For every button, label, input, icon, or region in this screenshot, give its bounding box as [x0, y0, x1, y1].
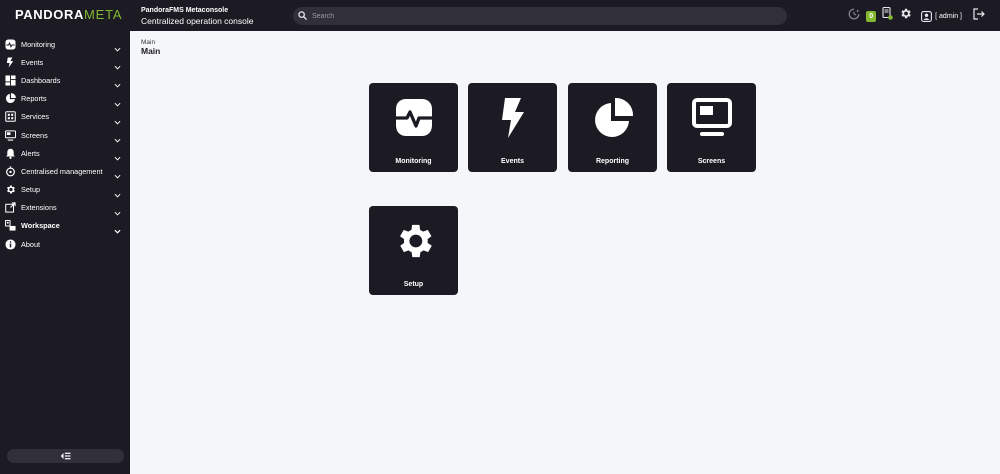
tile-label: Reporting	[595, 158, 630, 165]
page-title: Main	[141, 46, 161, 56]
server-status-icon[interactable]	[882, 6, 893, 25]
top-header: PANDORAMETA PandoraFMS Metaconsole Centr…	[0, 0, 1000, 31]
monitoring-icon	[392, 96, 436, 140]
sidebar-item-label: Extensions	[21, 203, 57, 213]
tile-monitoring[interactable]: Monitoring	[369, 83, 458, 172]
user-label: [ admin ]	[935, 12, 962, 20]
about-icon	[5, 239, 16, 250]
setup-icon	[392, 219, 436, 263]
tile-label: Setup	[403, 281, 424, 288]
events-icon	[491, 96, 535, 140]
services-icon	[5, 111, 16, 123]
sidebar-item-about[interactable]: About	[0, 235, 130, 253]
tile-reporting[interactable]: Reporting	[568, 83, 657, 172]
sidebar-item-label: Monitoring	[21, 39, 56, 49]
search-input[interactable]	[312, 12, 752, 20]
sidebar-item-label: About	[21, 239, 41, 249]
sidebar-item-label: Events	[21, 57, 44, 67]
sidebar-item-label: Workspace	[21, 221, 60, 231]
logo-accent-text: META	[83, 7, 123, 22]
notifications-badge[interactable]: 0	[866, 10, 877, 22]
search-icon	[298, 7, 307, 25]
sidebar-item-label: Services	[21, 112, 49, 122]
collapse-menu-icon	[60, 447, 71, 465]
search-bar[interactable]	[293, 7, 787, 25]
logout-icon[interactable]	[973, 7, 985, 25]
dashboards-icon	[5, 75, 16, 86]
sidebar-item-dashboards[interactable]: Dashboards	[0, 71, 130, 89]
sidebar-item-workspace[interactable]: Workspace	[0, 217, 130, 235]
tile-screens[interactable]: Screens	[667, 83, 756, 172]
extensions-icon	[5, 202, 16, 213]
tile-label: Monitoring	[395, 158, 432, 165]
sidebar-item-reports[interactable]: Reports	[0, 90, 130, 108]
logo-main-text: PANDORA	[15, 7, 84, 22]
reports-icon	[5, 93, 16, 104]
brand-title: PandoraFMS Metaconsole	[141, 7, 229, 14]
monitoring-icon	[5, 39, 16, 50]
alerts-icon	[5, 148, 16, 159]
sidebar-item-alerts[interactable]: Alerts	[0, 144, 130, 162]
tile-label: Events	[501, 158, 524, 165]
brand-block: PandoraFMS Metaconsole Centralized opera…	[141, 5, 253, 27]
breadcrumb: Main	[141, 39, 156, 46]
sidebar-item-label: Setup	[21, 185, 41, 195]
sidebar-item-setup[interactable]: Setup	[0, 181, 130, 199]
brand-subtitle: Centralized operation console	[141, 16, 254, 26]
sidebar-item-centralised-management[interactable]: Centralised management	[0, 162, 130, 180]
sidebar-item-monitoring[interactable]: Monitoring	[0, 35, 130, 53]
sidebar-menu: Monitoring Events Dashboards Reports Ser…	[0, 31, 130, 253]
sidebar-item-services[interactable]: Services	[0, 108, 130, 126]
autorefresh-icon[interactable]	[848, 7, 860, 25]
tile-label: Screens	[697, 158, 726, 165]
events-icon	[5, 57, 16, 68]
header-actions: 0 [ admin ]	[842, 6, 985, 25]
user-avatar-icon	[921, 10, 933, 22]
collapse-sidebar-button[interactable]	[7, 449, 124, 463]
pandora-meta-logo[interactable]: PANDORAMETA	[15, 7, 122, 22]
tile-events[interactable]: Events	[468, 83, 557, 172]
sidebar-item-events[interactable]: Events	[0, 53, 130, 71]
user-menu[interactable]: [ admin ]	[921, 10, 962, 22]
centralised-management-icon	[5, 166, 16, 177]
sidebar-item-extensions[interactable]: Extensions	[0, 199, 130, 217]
sidebar: Monitoring Events Dashboards Reports Ser…	[0, 31, 130, 474]
gear-icon[interactable]	[899, 7, 912, 25]
sidebar-item-label: Screens	[21, 130, 48, 140]
setup-icon	[5, 184, 16, 195]
workspace-icon	[5, 220, 16, 232]
sidebar-item-screens[interactable]: Screens	[0, 126, 130, 144]
reporting-icon	[591, 96, 635, 140]
sidebar-item-label: Alerts	[21, 148, 40, 158]
sidebar-item-label: Reports	[21, 94, 47, 104]
sidebar-item-label: Centralised management	[21, 166, 103, 176]
sidebar-item-label: Dashboards	[21, 75, 61, 85]
tile-setup[interactable]: Setup	[369, 206, 458, 295]
screens-icon	[690, 96, 734, 140]
screens-icon	[5, 129, 16, 141]
